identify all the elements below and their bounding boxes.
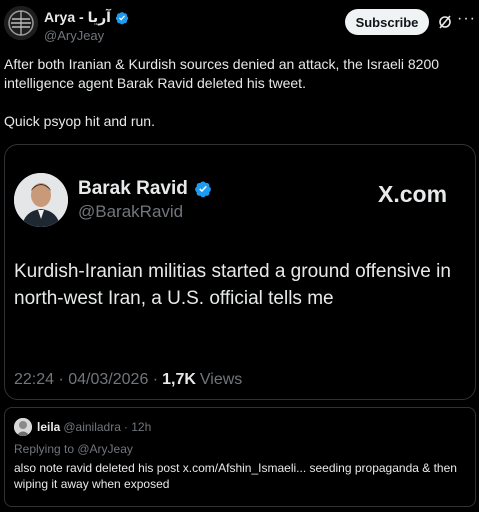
embedded-author-avatar: [14, 173, 68, 227]
embedded-author-name-row: Barak Ravid: [78, 178, 212, 200]
embedded-author-name: Barak Ravid: [78, 178, 188, 199]
author-handle[interactable]: @AryJeay: [44, 28, 104, 43]
replying-to-label: Replying to @AryJeay: [14, 442, 133, 456]
more-options-icon[interactable]: ···: [457, 10, 476, 28]
embedded-views-count: 1,7K: [162, 371, 196, 388]
author-name-row[interactable]: Arya - آریا: [44, 9, 129, 26]
embedded-verified-badge-icon: [194, 180, 212, 198]
author-display-name[interactable]: Arya - آریا: [44, 9, 111, 26]
embedded-tweet-text: Kurdish-Iranian militias started a groun…: [14, 261, 451, 309]
reply-author-name[interactable]: leila: [37, 420, 60, 434]
reply-author-avatar[interactable]: [14, 418, 32, 436]
xcom-brand-label: X.com: [378, 181, 448, 207]
reply-time: · 12h: [123, 420, 152, 434]
tweet-text: After both Iranian & Kurdish sources den…: [4, 55, 474, 131]
grok-icon[interactable]: [437, 14, 453, 30]
embedded-tweet-meta: 22:24 · 04/03/2026 · 1,7K Views: [14, 371, 242, 389]
reply-header: leila @ainiladra · 12h: [37, 420, 151, 434]
verified-badge-icon: [115, 11, 129, 25]
tweet-text-line-1: After both Iranian & Kurdish sources den…: [4, 56, 440, 91]
embedded-author-handle: @BarakRavid: [78, 202, 184, 221]
reply-text: also note ravid deleted his post x.com/A…: [14, 461, 457, 491]
tweet-text-line-2: Quick psyop hit and run.: [4, 113, 155, 129]
embedded-views-label: Views: [199, 371, 243, 388]
embedded-timestamp: 22:24 · 04/03/2026 ·: [14, 371, 159, 388]
subscribe-button[interactable]: Subscribe: [345, 9, 429, 35]
reply-author-handle[interactable]: @ainiladra: [63, 420, 121, 434]
author-avatar[interactable]: [4, 6, 38, 40]
